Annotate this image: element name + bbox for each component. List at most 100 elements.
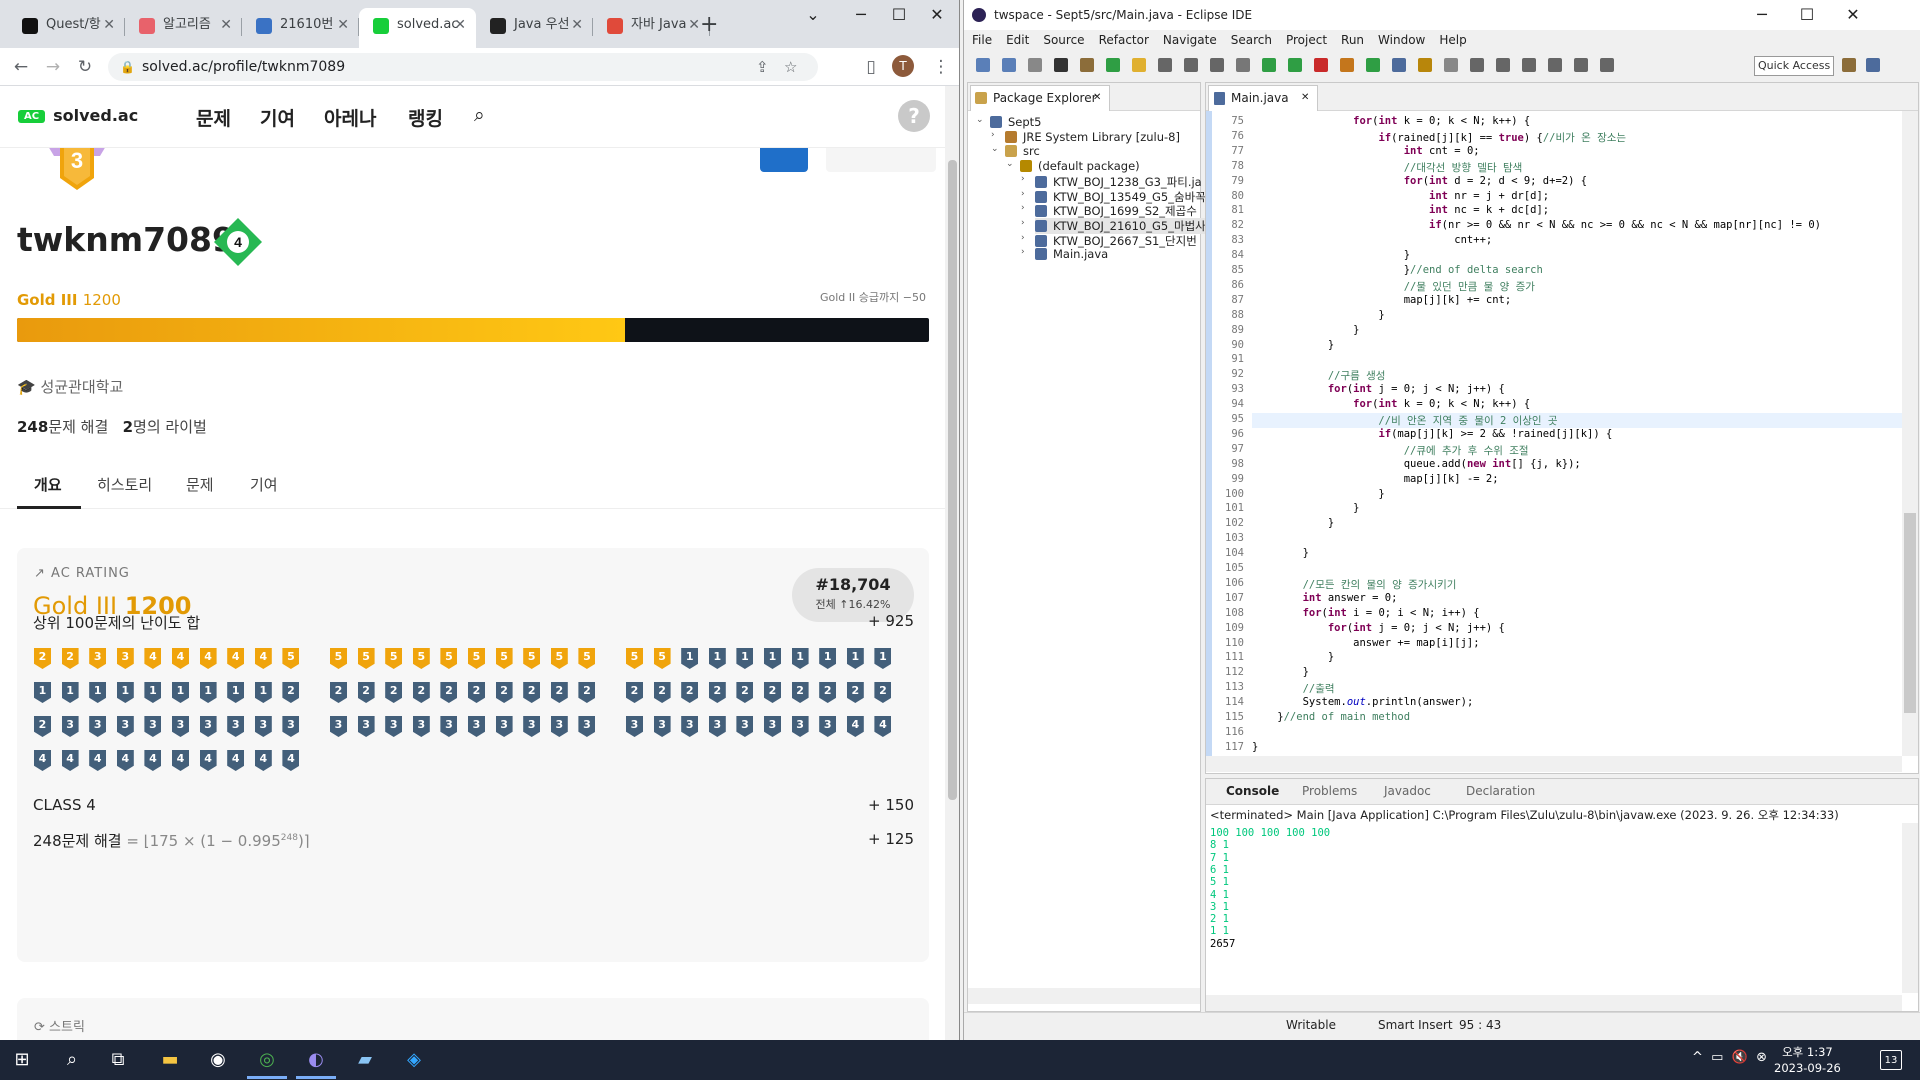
- forward-button[interactable]: →: [40, 54, 66, 80]
- close-tab-icon[interactable]: ✕: [1093, 86, 1101, 110]
- toolbar-tool-icon[interactable]: [1522, 58, 1536, 72]
- code-line[interactable]: for(int k = 0; k < N; k++) {: [1252, 115, 1530, 127]
- code-line[interactable]: int nc = k + dc[d];: [1252, 204, 1549, 216]
- code-line[interactable]: for(int j = 0; j < N; j++) {: [1252, 622, 1505, 634]
- toolbar-tool-icon[interactable]: [1418, 58, 1432, 72]
- code-line[interactable]: int cnt = 0;: [1252, 145, 1480, 157]
- avatar[interactable]: T: [892, 55, 914, 77]
- clock[interactable]: 오후 1:37 2023-09-26: [1774, 1044, 1841, 1076]
- code-line[interactable]: for(int k = 0; k < N; k++) {: [1252, 398, 1530, 410]
- toolbar-tool-icon[interactable]: [1574, 58, 1588, 72]
- school[interactable]: 🎓 성균관대학교: [17, 376, 123, 397]
- code-line[interactable]: if(map[j][k] >= 2 && !rained[j][k]) {: [1252, 428, 1612, 440]
- browser-tab[interactable]: Quest/항 ✕: [8, 8, 125, 48]
- code-line[interactable]: //대각선 방향 델타 탐색: [1252, 160, 1523, 175]
- tree-toggle-icon[interactable]: ›: [1021, 203, 1025, 213]
- menu-project[interactable]: Project: [1286, 33, 1327, 47]
- close-tab-icon[interactable]: ✕: [454, 8, 466, 42]
- code-line[interactable]: }: [1252, 741, 1258, 753]
- tree-item[interactable]: Sept5: [990, 115, 1042, 129]
- console-hscroll[interactable]: [1206, 995, 1902, 1011]
- tree-toggle-icon[interactable]: ›: [1021, 247, 1025, 257]
- notepad-icon[interactable]: ▰: [345, 1045, 385, 1075]
- code-line[interactable]: }: [1252, 502, 1359, 514]
- search-icon[interactable]: ⌕: [474, 104, 485, 126]
- perspective-icon[interactable]: [1842, 58, 1856, 72]
- code-line[interactable]: }: [1252, 309, 1384, 321]
- page-scrollbar-thumb[interactable]: [948, 160, 957, 800]
- tab-javadoc[interactable]: Javadoc: [1384, 784, 1431, 798]
- toolbar-tool-icon[interactable]: [1366, 58, 1380, 72]
- tree-item[interactable]: KTW_BOJ_1238_G3_파티.ja: [1035, 174, 1202, 190]
- toolbar-tool-icon[interactable]: [1600, 58, 1614, 72]
- code-line[interactable]: System.out.println(answer);: [1252, 696, 1474, 708]
- share-icon[interactable]: ⇪: [756, 53, 769, 81]
- tree-toggle-icon[interactable]: ⌄: [1006, 159, 1014, 169]
- code-line[interactable]: cnt++;: [1252, 234, 1492, 246]
- tab-problems[interactable]: Problems: [1302, 784, 1357, 798]
- code-line[interactable]: }: [1252, 547, 1309, 559]
- tab-overview[interactable]: 개요: [34, 474, 62, 495]
- editor-vscroll-thumb[interactable]: [1904, 513, 1916, 713]
- toolbar-tool-icon[interactable]: [1106, 58, 1120, 72]
- code-line[interactable]: map[j][k] += cnt;: [1252, 294, 1511, 306]
- menu-problems[interactable]: 문제: [196, 104, 231, 131]
- code-line[interactable]: }: [1252, 249, 1410, 261]
- code-line[interactable]: }: [1252, 339, 1334, 351]
- code-line[interactable]: answer += map[i][j];: [1252, 637, 1479, 649]
- toolbar-tool-icon[interactable]: [1080, 58, 1094, 72]
- tree-toggle-icon[interactable]: ›: [1021, 174, 1025, 184]
- toolbar-tool-icon[interactable]: [1548, 58, 1562, 72]
- browser-tab[interactable]: 자바 Java ✕: [593, 8, 710, 48]
- close-tab-icon[interactable]: ✕: [103, 8, 115, 42]
- code-line[interactable]: if(nr >= 0 && nr < N && nc >= 0 && nc < …: [1252, 219, 1821, 231]
- toolbar-tool-icon[interactable]: [1470, 58, 1484, 72]
- tab-main-java[interactable]: Main.java ✕: [1208, 85, 1318, 111]
- tree-item[interactable]: JRE System Library [zulu-8]: [1005, 130, 1180, 144]
- code-line[interactable]: }//end of main method: [1252, 711, 1410, 723]
- close-window-button[interactable]: ✕: [914, 0, 959, 30]
- tree-item[interactable]: KTW_BOJ_2667_S1_단지번: [1035, 233, 1197, 249]
- code-line[interactable]: int nr = j + dr[d];: [1252, 190, 1549, 202]
- toolbar-tool-icon[interactable]: [1340, 58, 1354, 72]
- tree-item[interactable]: KTW_BOJ_13549_G5_숨바꼭: [1035, 189, 1206, 205]
- eclipse-icon[interactable]: ◐: [296, 1045, 336, 1075]
- toolbar-tool-icon[interactable]: [1054, 58, 1068, 72]
- address-bar[interactable]: 🔒 solved.ac/profile/twknm7089 ⇪ ☆: [108, 53, 818, 81]
- code-line[interactable]: if(rained[j][k] == true) {//비가 온 장소는: [1252, 130, 1626, 145]
- tree-item[interactable]: KTW_BOJ_21610_G5_마법사: [1035, 217, 1206, 234]
- tree-toggle-icon[interactable]: ›: [1021, 218, 1025, 228]
- site-logo[interactable]: AC solved.ac: [18, 106, 138, 125]
- menu-source[interactable]: Source: [1043, 33, 1084, 47]
- menu-navigate[interactable]: Navigate: [1163, 33, 1217, 47]
- code-line[interactable]: //비 안온 지역 중 물이 2 이상인 곳: [1252, 413, 1557, 428]
- code-line[interactable]: //출력: [1252, 681, 1335, 696]
- menu-arena[interactable]: 아레나: [324, 104, 376, 131]
- eclipse-maximize-button[interactable]: ☐: [1784, 0, 1830, 30]
- tree-item[interactable]: KTW_BOJ_1699_S2_제곱수: [1035, 203, 1197, 219]
- close-tab-icon[interactable]: ✕: [688, 8, 700, 42]
- toolbar-tool-icon[interactable]: [1184, 58, 1198, 72]
- toolbar-tool-icon[interactable]: [1496, 58, 1510, 72]
- toolbar-tool-icon[interactable]: [1236, 58, 1250, 72]
- editor-hscroll[interactable]: [1206, 756, 1902, 772]
- new-tab-button[interactable]: +: [700, 8, 718, 42]
- help-button[interactable]: ?: [898, 100, 930, 132]
- side-panel-icon[interactable]: ▯: [858, 54, 884, 80]
- chrome-menu-icon[interactable]: ⋮: [928, 54, 954, 80]
- code-line[interactable]: for(int d = 2; d < 9; d+=2) {: [1252, 175, 1587, 187]
- eclipse-close-button[interactable]: ✕: [1830, 0, 1876, 30]
- java-perspective-icon[interactable]: [1866, 58, 1880, 72]
- menu-search[interactable]: Search: [1231, 33, 1272, 47]
- toolbar-tool-icon[interactable]: [1392, 58, 1406, 72]
- code-line[interactable]: queue.add(new int[] {j, k});: [1252, 458, 1581, 470]
- toolbar-tool-icon[interactable]: [1288, 58, 1302, 72]
- webex-icon[interactable]: ◈: [394, 1045, 434, 1075]
- toolbar-tool-icon[interactable]: [1002, 58, 1016, 72]
- tree-item[interactable]: Main.java: [1035, 247, 1108, 261]
- quick-access-input[interactable]: Quick Access: [1754, 56, 1834, 76]
- browser-tab[interactable]: solved.ac ✕: [359, 8, 476, 48]
- browser-tab[interactable]: 21610번 ✕: [242, 8, 359, 48]
- menu-ranking[interactable]: 랭킹: [408, 104, 443, 131]
- code-line[interactable]: //큐에 추가 후 수위 조절: [1252, 443, 1529, 458]
